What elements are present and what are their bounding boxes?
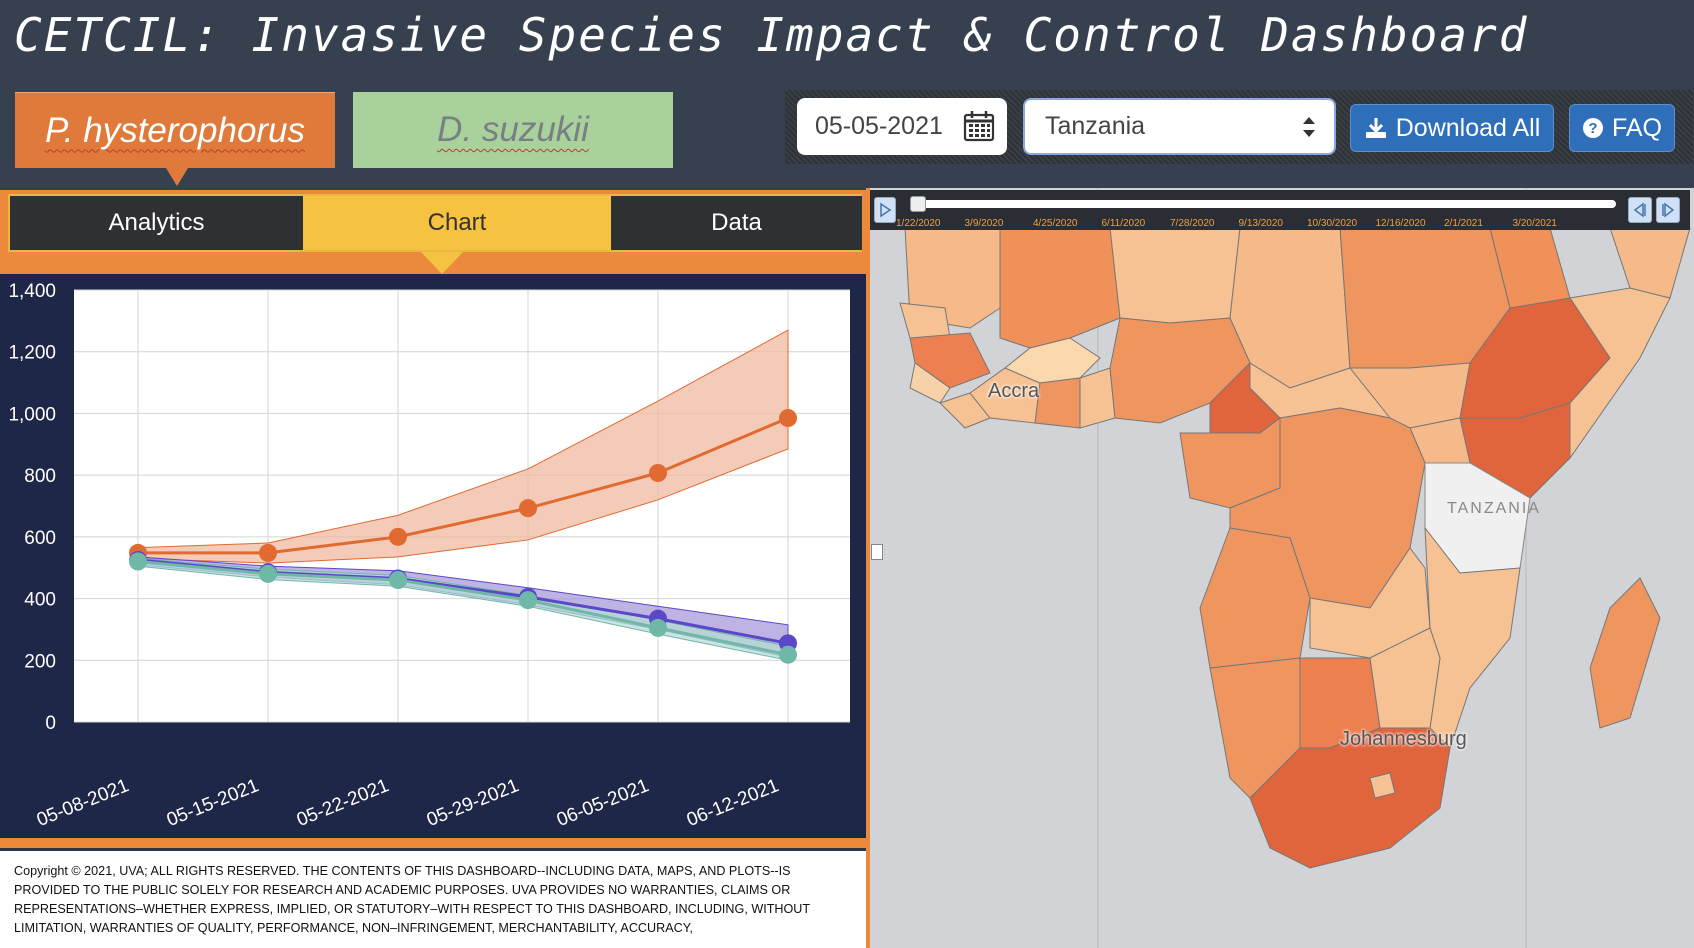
- data-point: [779, 645, 797, 664]
- data-point: [649, 463, 667, 482]
- data-point: [129, 552, 147, 571]
- region-ghana: [1034, 377, 1081, 429]
- forecast-chart: 0 200 400 600 800 1,000 1,200 1,400 05-08-2021 05…: [8, 281, 850, 831]
- data-point: [519, 591, 537, 610]
- x-tick-label: 06-12-2021: [684, 775, 782, 831]
- city-label-accra: Accra: [988, 380, 1040, 402]
- y-tick-label: 800: [24, 466, 56, 487]
- step-back-button[interactable]: [1628, 197, 1652, 223]
- faq-label: FAQ: [1611, 113, 1662, 142]
- y-tick-label: 1,000: [8, 404, 56, 425]
- download-icon: [1365, 118, 1386, 138]
- species-button-p-hysterophorus[interactable]: P. hysterophorus: [15, 92, 335, 168]
- timeline-date-label: 10/30/2020: [1307, 218, 1358, 229]
- timeline-date-label: 4/25/2020: [1033, 218, 1078, 229]
- timeline-date-label: 2/1/2021: [1444, 218, 1483, 229]
- y-tick-label: 600: [24, 528, 56, 549]
- country-label-tanzania: TANZANIA: [1447, 500, 1541, 517]
- step-forward-button[interactable]: [1656, 197, 1680, 223]
- data-point: [389, 527, 407, 546]
- x-tick-label: 05-08-2021: [34, 775, 132, 831]
- region-togo-benin: [1079, 367, 1116, 429]
- region-niger: [1109, 227, 1241, 324]
- map[interactable]: Accra Johannesburg TANZANIA: [870, 188, 1694, 948]
- x-tick-label: 05-29-2021: [424, 775, 522, 831]
- country-select[interactable]: Tanzania: [1023, 98, 1336, 155]
- data-point: [519, 499, 537, 518]
- timeline-date-label: 9/13/2020: [1238, 218, 1284, 229]
- active-tab-pointer: [421, 252, 463, 274]
- active-species-pointer: [166, 168, 188, 186]
- tab-bar: Analytics Chart Data: [8, 194, 862, 252]
- svg-text:?: ?: [1588, 120, 1597, 137]
- tab-data[interactable]: Data: [611, 196, 862, 250]
- data-point: [259, 564, 277, 583]
- select-arrows-icon: [1303, 117, 1315, 137]
- page-title: CETCIL: Invasive Species Impact & Contro…: [14, 8, 1529, 62]
- data-point: [259, 543, 277, 562]
- timeline-track[interactable]: [912, 200, 1616, 208]
- splitter-handle[interactable]: [871, 544, 883, 560]
- timeline-date-label: 6/11/2020: [1101, 218, 1146, 229]
- step-forward-icon: [1662, 202, 1675, 218]
- species-button-d-suzukii[interactable]: D. suzukii: [353, 92, 673, 168]
- region-lesotho: [1369, 772, 1396, 799]
- y-tick-label: 0: [45, 713, 56, 734]
- timeline-date-label: 3/20/2021: [1512, 218, 1558, 229]
- city-label-johannesburg: Johannesburg: [1340, 728, 1467, 750]
- timeline-slider-handle[interactable]: [910, 196, 926, 212]
- tab-chart[interactable]: Chart: [303, 196, 611, 250]
- data-point: [649, 618, 667, 637]
- download-all-button[interactable]: Download All: [1350, 104, 1554, 152]
- y-tick-label: 1,400: [8, 281, 56, 302]
- x-tick-label: 05-22-2021: [294, 775, 392, 831]
- timeline-date-label: 1/22/2020: [896, 218, 941, 229]
- y-tick-label: 200: [24, 651, 56, 672]
- country-value: Tanzania: [1045, 112, 1146, 140]
- calendar-icon[interactable]: [963, 110, 995, 142]
- africa-choropleth[interactable]: [870, 188, 1694, 948]
- data-point: [389, 571, 407, 590]
- timeline-date-label: 12/16/2020: [1375, 218, 1426, 229]
- date-picker[interactable]: 05-05-2021: [797, 98, 1007, 155]
- play-button[interactable]: [874, 197, 896, 223]
- x-tick-label: 06-05-2021: [554, 775, 652, 831]
- data-point: [779, 409, 797, 428]
- question-icon: ?: [1582, 118, 1603, 138]
- y-tick-label: 1,200: [8, 343, 56, 364]
- timeline-date-label: 3/9/2020: [964, 218, 1004, 229]
- step-back-icon: [1633, 202, 1646, 218]
- download-label: Download All: [1395, 113, 1541, 142]
- timeline-date-label: 7/28/2020: [1170, 218, 1215, 229]
- faq-button[interactable]: ? FAQ: [1569, 104, 1675, 152]
- copyright-notice: Copyright © 2021, UVA; ALL RIGHTS RESERV…: [0, 848, 866, 948]
- x-tick-label: 05-15-2021: [164, 775, 262, 831]
- y-tick-label: 400: [24, 590, 56, 611]
- play-icon: [880, 202, 892, 218]
- date-value: 05-05-2021: [815, 112, 943, 140]
- tab-analytics[interactable]: Analytics: [10, 196, 303, 250]
